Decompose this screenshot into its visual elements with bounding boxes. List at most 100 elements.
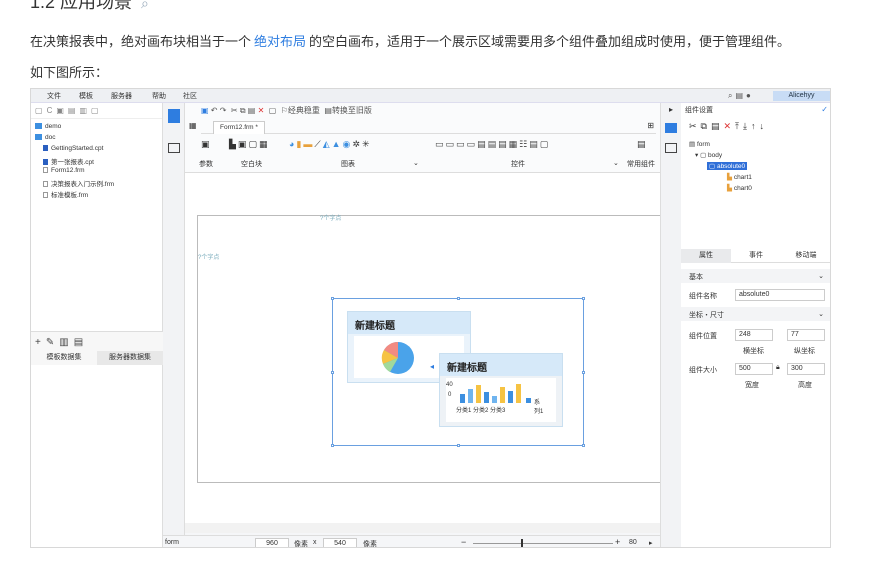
chart-expand-icon[interactable]: ⌄ xyxy=(413,159,419,167)
check-widget-icon[interactable]: ▤ xyxy=(498,139,509,149)
radar-chart-icon[interactable]: ✲ xyxy=(352,139,362,149)
layout-block-icon[interactable]: ▦ xyxy=(259,139,270,149)
line-chart-icon[interactable]: ⟋ xyxy=(314,139,322,149)
tree-item-form12[interactable]: Form12.frm xyxy=(43,167,85,174)
resize-handle[interactable] xyxy=(582,444,585,447)
cut-icon[interactable]: ✂ xyxy=(231,106,238,115)
lock-icon[interactable]: ▢ xyxy=(91,106,103,115)
date-widget-icon[interactable]: ▤ xyxy=(477,139,488,149)
tab-server-dataset[interactable]: 服务器数据集 xyxy=(97,351,163,365)
tree-item-gettingstarted[interactable]: GettingStarted.cpt xyxy=(43,145,103,152)
bar-chart-alt-icon[interactable]: ▬ xyxy=(303,139,314,149)
canvas-horizontal-scrollbar[interactable] xyxy=(185,523,660,533)
widget-library-icon[interactable] xyxy=(168,109,180,123)
zoom-dropdown-icon[interactable]: ▸ xyxy=(649,539,653,547)
menu-server[interactable]: 服务器 xyxy=(111,91,132,101)
component-settings-icon[interactable] xyxy=(665,123,677,133)
zoom-knob[interactable] xyxy=(521,539,523,547)
file-tab-form12[interactable]: Form12.frm * xyxy=(213,121,265,134)
convert-old-toggle[interactable]: ▤转换至旧版 xyxy=(324,106,372,115)
copy-icon[interactable]: ⧉ xyxy=(240,106,246,115)
section-coords[interactable]: 坐标・尺寸 ⌄ xyxy=(681,307,830,321)
tab-events[interactable]: 事件 xyxy=(731,249,781,263)
down-icon[interactable]: ↓ xyxy=(760,121,769,131)
pos-y-input[interactable]: 77 xyxy=(787,329,825,341)
resize-handle[interactable] xyxy=(582,371,585,374)
tab-template-dataset[interactable]: 模板数据集 xyxy=(31,351,97,365)
tree-item-demo[interactable]: demo xyxy=(35,123,61,130)
copy-icon[interactable]: ⧉ xyxy=(701,121,711,131)
tree-node-chart0[interactable]: ▙ chart0 xyxy=(727,184,752,192)
collapse-icon[interactable]: ▸ xyxy=(669,105,673,114)
aspect-lock-icon[interactable]: 🔒︎ xyxy=(776,364,780,372)
bottom-icon[interactable]: ⤓ xyxy=(743,121,751,131)
delete-icon[interactable]: ✕ xyxy=(724,121,736,131)
delete-icon[interactable]: ✕ xyxy=(258,106,265,115)
width-input[interactable]: 960 xyxy=(255,538,289,547)
pos-x-input[interactable]: 248 xyxy=(735,329,773,341)
report-page[interactable]: ?个字点 ?个字点 新建标题 ··· xyxy=(197,215,673,483)
preview-icon[interactable]: ▤ xyxy=(74,337,88,348)
classic-theme-toggle[interactable]: ⚐经典稳重 xyxy=(281,106,320,115)
up-icon[interactable]: ↑ xyxy=(751,121,760,131)
size-h-input[interactable]: 300 xyxy=(787,363,825,375)
menu-help[interactable]: 帮助 xyxy=(152,91,166,101)
height-input[interactable]: 540 xyxy=(323,538,357,547)
tree-item-demo-frm[interactable]: 决策报表入门示例.frm xyxy=(43,178,114,188)
resize-handle[interactable] xyxy=(457,444,460,447)
tree-node-chart1[interactable]: ▙ chart1 xyxy=(727,173,752,181)
delete-icon[interactable]: ▥ xyxy=(79,106,91,115)
zoom-out-button[interactable]: − xyxy=(461,537,466,547)
resize-handle[interactable] xyxy=(331,297,334,300)
tree-widget-icon[interactable]: ☷ xyxy=(519,139,529,149)
widget-expand-icon[interactable]: ⌄ xyxy=(613,159,619,167)
paste-icon[interactable]: ▤ xyxy=(711,121,724,131)
combo-widget-icon[interactable]: ▭ xyxy=(467,139,478,149)
cut-icon[interactable]: ✂ xyxy=(689,121,701,131)
trash-icon[interactable]: ▥ xyxy=(59,337,73,348)
param-panel-icon[interactable] xyxy=(168,143,180,153)
redo-icon[interactable]: ↷ xyxy=(220,106,227,115)
absolute-block[interactable]: 新建标题 ··· ◂ 新建标题 xyxy=(331,297,585,447)
area-chart-icon[interactable]: ◭ xyxy=(323,139,332,149)
design-canvas[interactable]: ?个字点 ?个字点 新建标题 ··· xyxy=(185,173,705,523)
tree-item-first-report[interactable]: 第一张报表.cpt xyxy=(43,156,94,166)
tree-item-doc[interactable]: doc xyxy=(35,134,55,141)
list-widget-icon[interactable]: ▦ xyxy=(509,139,520,149)
tab-mobile[interactable]: 移动端 xyxy=(781,249,830,263)
input-widget-icon[interactable]: ▭ xyxy=(446,139,457,149)
name-input[interactable]: absolute0 xyxy=(735,289,825,301)
param-icon[interactable]: ▣ xyxy=(201,139,212,149)
undo-icon[interactable]: ↶ xyxy=(211,106,218,115)
zoom-slider[interactable] xyxy=(473,543,613,544)
radio-widget-icon[interactable]: ▤ xyxy=(488,139,499,149)
tree-node-absolute0[interactable]: ▢ absolute0 xyxy=(707,162,748,170)
tab-block-icon[interactable]: ▢ xyxy=(248,139,259,149)
absolute-layout-link[interactable]: 绝对布局 xyxy=(254,34,306,49)
layer-icon[interactable] xyxy=(665,143,677,153)
common-widget-icon[interactable]: ▤ xyxy=(637,139,648,149)
chart-bar-widget[interactable]: ◂ 新建标题 ··· 40 0 分类1 分类2 分类3 系列1 xyxy=(430,353,563,427)
tree-node-body[interactable]: ▾ ▢ body xyxy=(695,151,722,159)
resize-handle[interactable] xyxy=(457,297,460,300)
menu-community[interactable]: 社区 xyxy=(183,91,197,101)
user-badge[interactable]: Alicehyy xyxy=(773,91,830,101)
check-icon[interactable]: ✓ xyxy=(821,105,828,114)
map-chart-icon[interactable]: ▲ xyxy=(332,139,343,149)
add-icon[interactable]: + xyxy=(35,337,46,348)
button-widget-icon[interactable]: ▭ xyxy=(456,139,467,149)
resize-handle[interactable] xyxy=(331,371,334,374)
preview-icon[interactable]: ▢ xyxy=(269,106,277,115)
table-widget-icon[interactable]: ▤ xyxy=(529,139,540,149)
zoom-in-button[interactable]: + xyxy=(615,537,620,547)
anchor-icon[interactable]: ⌕ xyxy=(141,0,149,11)
file-widget-icon[interactable]: ▢ xyxy=(540,139,551,149)
gauge-chart-icon[interactable]: ◉ xyxy=(343,139,353,149)
resize-handle[interactable] xyxy=(331,444,334,447)
tab-nav-icon[interactable]: ▦ xyxy=(189,121,197,130)
pin-icon[interactable]: ⊞ xyxy=(647,121,654,130)
locate-icon[interactable]: ▤ xyxy=(68,106,80,115)
tree-node-form[interactable]: ▤ form xyxy=(689,140,710,148)
edit-icon[interactable]: ✎ xyxy=(46,337,59,348)
tab-properties[interactable]: 属性 xyxy=(681,249,731,263)
